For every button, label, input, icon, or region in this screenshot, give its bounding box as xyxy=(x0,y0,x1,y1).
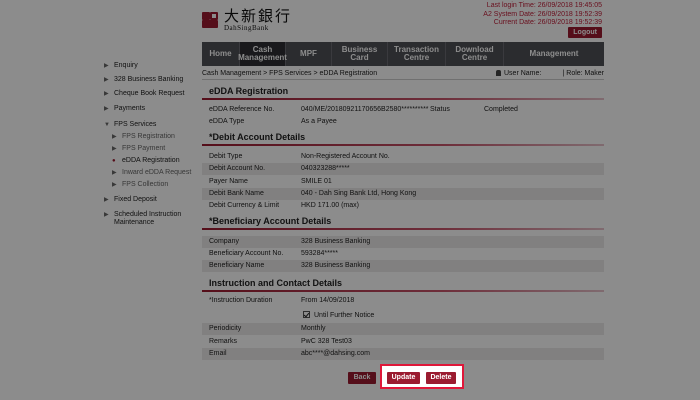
chevron-right-icon: ▶ xyxy=(104,212,109,218)
update-button[interactable]: Update xyxy=(387,372,420,384)
main-nav: Home Cash Management MPF Business Card T… xyxy=(202,42,604,66)
delete-button[interactable]: Delete xyxy=(426,372,456,384)
row-remarks: Remarks PwC 328 Test03 xyxy=(209,338,352,345)
sidebar-subitem-edda-registration[interactable]: ● eDDA Registration xyxy=(112,157,180,164)
breadcrumb: Cash Management > FPS Services > eDDA Re… xyxy=(202,70,378,77)
logo-chinese-name: 大新銀行 xyxy=(224,7,293,25)
row-company: Company 328 Business Banking xyxy=(202,236,604,248)
section-title-beneficiary: *Beneficiary Account Details xyxy=(209,216,332,226)
chevron-right-icon: ▶ xyxy=(104,106,109,112)
section-divider xyxy=(202,98,604,100)
nav-business-card[interactable]: Business Card xyxy=(332,42,388,66)
section-divider xyxy=(202,228,604,230)
chevron-right-icon: ▶ xyxy=(104,197,109,203)
row-until-further-notice: Until Further Notice xyxy=(202,310,604,322)
row-debit-type: Debit Type Non-Registered Account No. xyxy=(209,153,390,160)
row-beneficiary-name: Beneficiary Name 328 Business Banking xyxy=(202,260,604,272)
chevron-right-icon: ▶ xyxy=(112,170,117,176)
bullet-icon: ● xyxy=(112,158,116,164)
sidebar-subitem-fps-collection[interactable]: ▶ FPS Collection xyxy=(112,181,168,188)
chevron-right-icon: ▶ xyxy=(112,146,117,152)
sidebar-item-fps-services[interactable]: ▼ FPS Services xyxy=(104,121,156,129)
section-title-instruction: Instruction and Contact Details xyxy=(209,278,343,288)
nav-home[interactable]: Home xyxy=(202,42,240,66)
sidebar-item-scheduled-instruction[interactable]: ▶ Scheduled Instruction Maintenance xyxy=(104,211,196,227)
section-title-edda: eDDA Registration xyxy=(209,86,289,96)
row-instruction-duration: *Instruction Duration From 14/09/2018 xyxy=(209,297,355,304)
row-edda-type: eDDA Type As a Payee xyxy=(209,118,337,125)
sidebar-subitem-inward-edda[interactable]: ▶ Inward eDDA Request xyxy=(112,169,191,176)
session-info: Last login Time: 26/09/2018 19:45:05 A2 … xyxy=(483,2,602,28)
section-divider xyxy=(202,144,604,146)
chevron-right-icon: ▶ xyxy=(112,182,117,188)
chevron-right-icon: ▶ xyxy=(112,134,117,140)
chevron-right-icon: ▶ xyxy=(104,91,109,97)
row-debit-account: Debit Account No. 040323288***** xyxy=(202,163,604,175)
sidebar-item-fixed-deposit[interactable]: ▶ Fixed Deposit xyxy=(104,196,157,204)
user-name-label: User Name: xyxy=(496,68,541,80)
chevron-right-icon: ▶ xyxy=(104,77,109,83)
section-title-debit: *Debit Account Details xyxy=(209,132,306,142)
user-role: | Role: Maker xyxy=(562,70,605,77)
back-button[interactable]: Back xyxy=(348,372,376,384)
system-date: A2 System Date: 26/09/2018 19:52:39 xyxy=(483,10,602,18)
row-debit-limit: Debit Currency & Limit HKD 171.00 (max) xyxy=(209,202,359,209)
row-periodicity: Periodicity Monthly xyxy=(202,323,604,335)
sidebar-subitem-fps-payment[interactable]: ▶ FPS Payment xyxy=(112,145,165,152)
nav-cash-management[interactable]: Cash Management xyxy=(238,42,287,66)
logout-button[interactable]: Logout xyxy=(568,27,602,38)
breadcrumb-bar: Cash Management > FPS Services > eDDA Re… xyxy=(202,68,604,80)
section-divider xyxy=(202,290,604,292)
bank-logo: 大新銀行 DahSingBank xyxy=(200,8,292,32)
bank-logo-icon xyxy=(200,10,220,30)
row-edda-reference: eDDA Reference No. 040/ME/20180921170656… xyxy=(209,106,518,113)
checkbox-checked-icon xyxy=(303,311,310,318)
sidebar-item-enquiry[interactable]: ▶ Enquiry xyxy=(104,62,138,70)
user-icon xyxy=(496,70,501,76)
sidebar-item-cheque-book[interactable]: ▶ Cheque Book Request xyxy=(104,90,184,98)
row-email: Email abc****@dahsing.com xyxy=(202,348,604,360)
logo-english-name: DahSingBank xyxy=(224,24,269,32)
chevron-right-icon: ▶ xyxy=(104,63,109,69)
sidebar-item-business-banking[interactable]: ▶ 328 Business Banking xyxy=(104,76,183,84)
until-further-notice-checkbox[interactable]: Until Further Notice xyxy=(303,310,374,322)
nav-mpf[interactable]: MPF xyxy=(286,42,332,66)
row-payer-name: Payer Name SMILE 01 xyxy=(209,178,332,185)
row-debit-bank: Debit Bank Name 040 - Dah Sing Bank Ltd,… xyxy=(202,188,604,200)
chevron-down-icon: ▼ xyxy=(104,122,110,128)
last-login-time: Last login Time: 26/09/2018 19:45:05 xyxy=(486,2,602,9)
nav-management[interactable]: Management xyxy=(504,42,604,66)
row-beneficiary-account: Beneficiary Account No. 593284***** xyxy=(209,250,338,257)
nav-download-centre[interactable]: Download Centre xyxy=(446,42,504,66)
sidebar-item-payments[interactable]: ▶ Payments xyxy=(104,105,145,113)
sidebar-subitem-fps-registration[interactable]: ▶ FPS Registration xyxy=(112,133,175,140)
nav-transaction-centre[interactable]: Transaction Centre xyxy=(388,42,446,66)
